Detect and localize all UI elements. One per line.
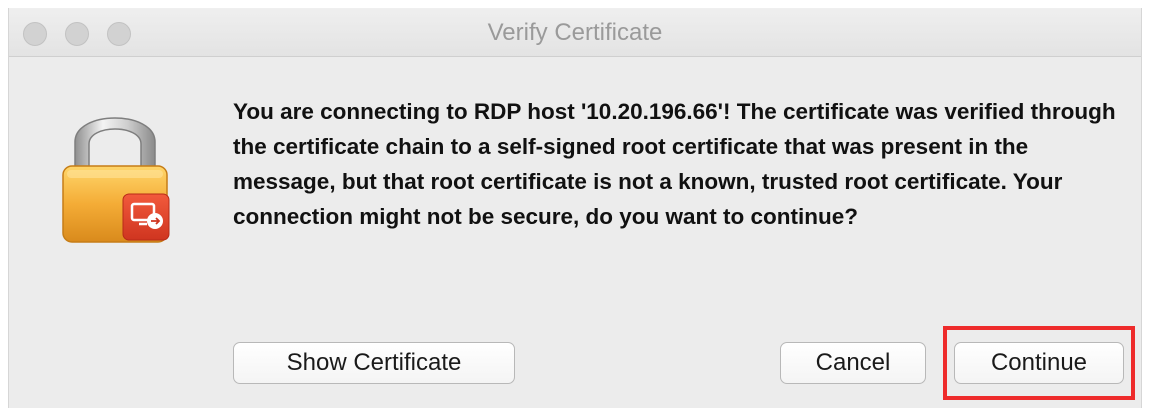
show-certificate-button[interactable]: Show Certificate xyxy=(233,342,515,384)
dialog-message: You are connecting to RDP host '10.20.19… xyxy=(233,99,1116,229)
verify-certificate-dialog: Verify Certificate You are connecting to… xyxy=(8,8,1142,408)
cancel-button[interactable]: Cancel xyxy=(780,342,926,384)
continue-button[interactable]: Continue xyxy=(954,342,1124,384)
window-title: Verify Certificate xyxy=(487,19,663,46)
title-bar: Verify Certificate xyxy=(9,8,1141,57)
lock-remote-desktop-icon xyxy=(55,96,175,246)
